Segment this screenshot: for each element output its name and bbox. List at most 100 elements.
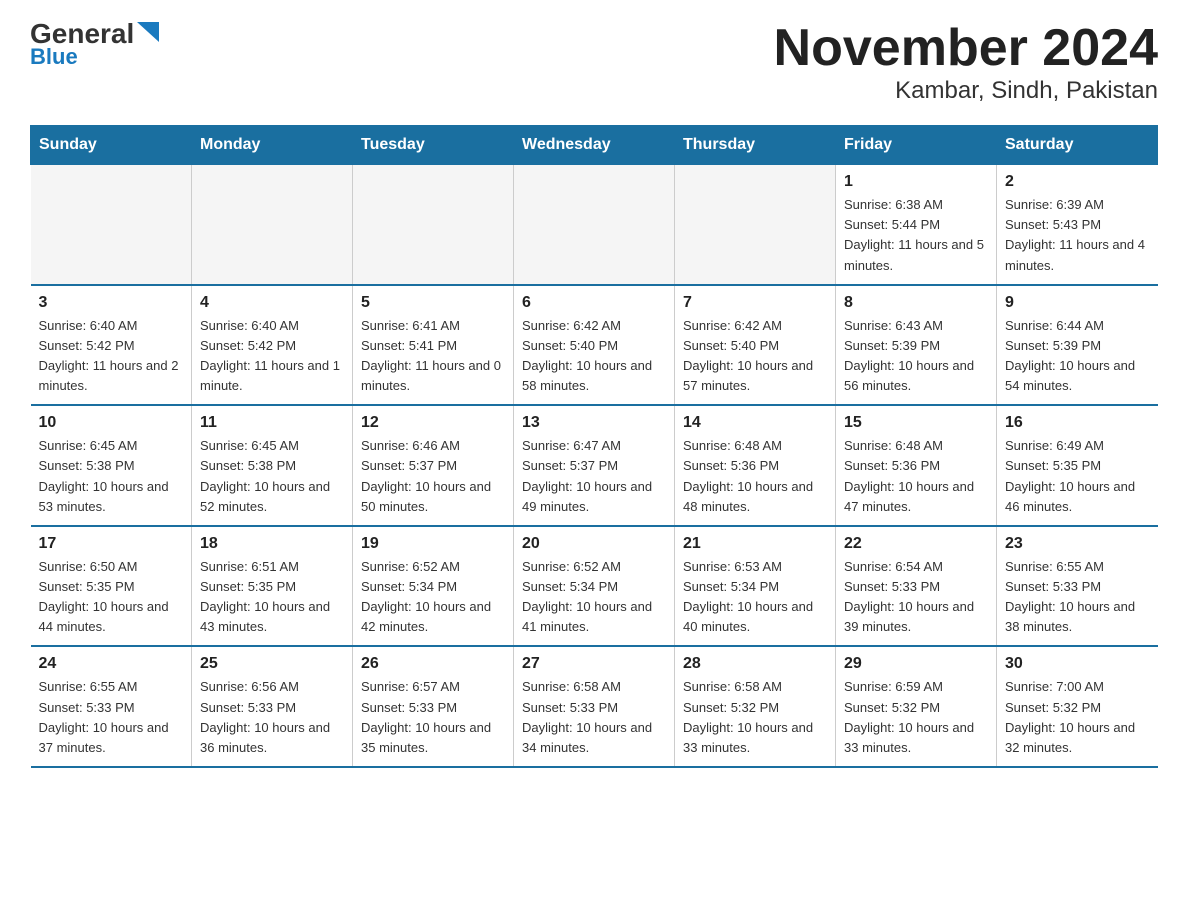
calendar-week-row: 3 Sunrise: 6:40 AMSunset: 5:42 PMDaylight…	[31, 285, 1158, 406]
table-row: 19 Sunrise: 6:52 AMSunset: 5:34 PMDayligh…	[353, 526, 514, 647]
table-row: 21 Sunrise: 6:53 AMSunset: 5:34 PMDayligh…	[675, 526, 836, 647]
logo-text-blue: Blue	[30, 44, 78, 70]
table-row: 16 Sunrise: 6:49 AMSunset: 5:35 PMDayligh…	[997, 405, 1158, 526]
day-number: 30	[1005, 655, 1150, 673]
day-number: 2	[1005, 173, 1150, 191]
day-info: Sunrise: 6:40 AMSunset: 5:42 PMDaylight:…	[200, 316, 344, 397]
day-info: Sunrise: 6:48 AMSunset: 5:36 PMDaylight:…	[844, 436, 988, 517]
day-number: 23	[1005, 535, 1150, 553]
table-row	[353, 165, 514, 285]
day-info: Sunrise: 6:58 AMSunset: 5:32 PMDaylight:…	[683, 677, 827, 758]
table-row	[31, 165, 192, 285]
table-row: 23 Sunrise: 6:55 AMSunset: 5:33 PMDayligh…	[997, 526, 1158, 647]
day-number: 14	[683, 414, 827, 432]
day-info: Sunrise: 6:48 AMSunset: 5:36 PMDaylight:…	[683, 436, 827, 517]
table-row: 25Sunrise: 6:56 AMSunset: 5:33 PMDayligh…	[192, 646, 353, 767]
logo-triangle-icon	[137, 22, 159, 42]
day-info: Sunrise: 6:50 AMSunset: 5:35 PMDaylight:…	[39, 557, 184, 638]
day-number: 21	[683, 535, 827, 553]
day-number: 25	[200, 655, 344, 673]
day-number: 17	[39, 535, 184, 553]
table-row: 1Sunrise: 6:38 AMSunset: 5:44 PMDaylight…	[836, 165, 997, 285]
table-row	[192, 165, 353, 285]
day-number: 16	[1005, 414, 1150, 432]
header-thursday: Thursday	[675, 126, 836, 165]
table-row: 10 Sunrise: 6:45 AMSunset: 5:38 PMDayligh…	[31, 405, 192, 526]
header-monday: Monday	[192, 126, 353, 165]
table-row: 12Sunrise: 6:46 AMSunset: 5:37 PMDayligh…	[353, 405, 514, 526]
day-info: Sunrise: 6:38 AMSunset: 5:44 PMDaylight:…	[844, 195, 988, 276]
day-number: 27	[522, 655, 666, 673]
table-row: 3Sunrise: 6:40 AMSunset: 5:42 PMDaylight…	[31, 285, 192, 406]
day-info: Sunrise: 7:00 AMSunset: 5:32 PMDaylight:…	[1005, 677, 1150, 758]
day-number: 9	[1005, 294, 1150, 312]
calendar-table: Sunday Monday Tuesday Wednesday Thursday…	[30, 125, 1158, 768]
day-info: Sunrise: 6:52 AMSunset: 5:34 PMDaylight:…	[522, 557, 666, 638]
weekday-header-row: Sunday Monday Tuesday Wednesday Thursday…	[31, 126, 1158, 165]
header-wednesday: Wednesday	[514, 126, 675, 165]
table-row: 26 Sunrise: 6:57 AMSunset: 5:33 PMDayligh…	[353, 646, 514, 767]
day-number: 24	[39, 655, 184, 673]
day-info: Sunrise: 6:54 AMSunset: 5:33 PMDaylight:…	[844, 557, 988, 638]
calendar-title-block: November 2024 Kambar, Sindh, Pakistan	[774, 20, 1158, 105]
page-header: General Blue November 2024 Kambar, Sindh…	[30, 20, 1158, 105]
calendar-week-row: 17 Sunrise: 6:50 AMSunset: 5:35 PMDayligh…	[31, 526, 1158, 647]
header-friday: Friday	[836, 126, 997, 165]
day-info: Sunrise: 6:57 AMSunset: 5:33 PMDaylight:…	[361, 677, 505, 758]
day-info: Sunrise: 6:51 AMSunset: 5:35 PMDaylight:…	[200, 557, 344, 638]
day-number: 3	[39, 294, 184, 312]
table-row: 14 Sunrise: 6:48 AMSunset: 5:36 PMDayligh…	[675, 405, 836, 526]
day-info: Sunrise: 6:53 AMSunset: 5:34 PMDaylight:…	[683, 557, 827, 638]
day-number: 5	[361, 294, 505, 312]
day-info: Sunrise: 6:47 AMSunset: 5:37 PMDaylight:…	[522, 436, 666, 517]
day-info: Sunrise: 6:49 AMSunset: 5:35 PMDaylight:…	[1005, 436, 1150, 517]
table-row: 9 Sunrise: 6:44 AMSunset: 5:39 PMDaylight…	[997, 285, 1158, 406]
day-info: Sunrise: 6:55 AMSunset: 5:33 PMDaylight:…	[39, 677, 184, 758]
day-number: 10	[39, 414, 184, 432]
table-row: 15 Sunrise: 6:48 AMSunset: 5:36 PMDayligh…	[836, 405, 997, 526]
table-row: 18 Sunrise: 6:51 AMSunset: 5:35 PMDayligh…	[192, 526, 353, 647]
table-row: 8 Sunrise: 6:43 AMSunset: 5:39 PMDaylight…	[836, 285, 997, 406]
table-row: 28Sunrise: 6:58 AMSunset: 5:32 PMDayligh…	[675, 646, 836, 767]
table-row: 2 Sunrise: 6:39 AMSunset: 5:43 PMDaylight…	[997, 165, 1158, 285]
day-number: 8	[844, 294, 988, 312]
day-info: Sunrise: 6:42 AMSunset: 5:40 PMDaylight:…	[522, 316, 666, 397]
table-row: 7 Sunrise: 6:42 AMSunset: 5:40 PMDaylight…	[675, 285, 836, 406]
calendar-week-row: 1Sunrise: 6:38 AMSunset: 5:44 PMDaylight…	[31, 165, 1158, 285]
header-saturday: Saturday	[997, 126, 1158, 165]
table-row: 29Sunrise: 6:59 AMSunset: 5:32 PMDayligh…	[836, 646, 997, 767]
table-row: 24 Sunrise: 6:55 AMSunset: 5:33 PMDayligh…	[31, 646, 192, 767]
day-info: Sunrise: 6:43 AMSunset: 5:39 PMDaylight:…	[844, 316, 988, 397]
day-info: Sunrise: 6:45 AMSunset: 5:38 PMDaylight:…	[39, 436, 184, 517]
day-info: Sunrise: 6:39 AMSunset: 5:43 PMDaylight:…	[1005, 195, 1150, 276]
table-row	[675, 165, 836, 285]
calendar-week-row: 10 Sunrise: 6:45 AMSunset: 5:38 PMDayligh…	[31, 405, 1158, 526]
header-sunday: Sunday	[31, 126, 192, 165]
table-row: 27Sunrise: 6:58 AMSunset: 5:33 PMDayligh…	[514, 646, 675, 767]
table-row: 20 Sunrise: 6:52 AMSunset: 5:34 PMDayligh…	[514, 526, 675, 647]
day-number: 22	[844, 535, 988, 553]
day-info: Sunrise: 6:44 AMSunset: 5:39 PMDaylight:…	[1005, 316, 1150, 397]
table-row: 11Sunrise: 6:45 AMSunset: 5:38 PMDayligh…	[192, 405, 353, 526]
day-number: 7	[683, 294, 827, 312]
table-row: 13 Sunrise: 6:47 AMSunset: 5:37 PMDayligh…	[514, 405, 675, 526]
day-number: 18	[200, 535, 344, 553]
calendar-location: Kambar, Sindh, Pakistan	[774, 77, 1158, 105]
day-number: 15	[844, 414, 988, 432]
day-info: Sunrise: 6:55 AMSunset: 5:33 PMDaylight:…	[1005, 557, 1150, 638]
day-info: Sunrise: 6:42 AMSunset: 5:40 PMDaylight:…	[683, 316, 827, 397]
day-info: Sunrise: 6:46 AMSunset: 5:37 PMDaylight:…	[361, 436, 505, 517]
table-row	[514, 165, 675, 285]
table-row: 5Sunrise: 6:41 AMSunset: 5:41 PMDaylight…	[353, 285, 514, 406]
calendar-month-year: November 2024	[774, 20, 1158, 77]
day-number: 19	[361, 535, 505, 553]
table-row: 6Sunrise: 6:42 AMSunset: 5:40 PMDaylight…	[514, 285, 675, 406]
day-number: 26	[361, 655, 505, 673]
day-number: 20	[522, 535, 666, 553]
header-tuesday: Tuesday	[353, 126, 514, 165]
day-info: Sunrise: 6:52 AMSunset: 5:34 PMDaylight:…	[361, 557, 505, 638]
logo: General Blue	[30, 20, 159, 70]
calendar-week-row: 24 Sunrise: 6:55 AMSunset: 5:33 PMDayligh…	[31, 646, 1158, 767]
day-number: 4	[200, 294, 344, 312]
day-number: 13	[522, 414, 666, 432]
